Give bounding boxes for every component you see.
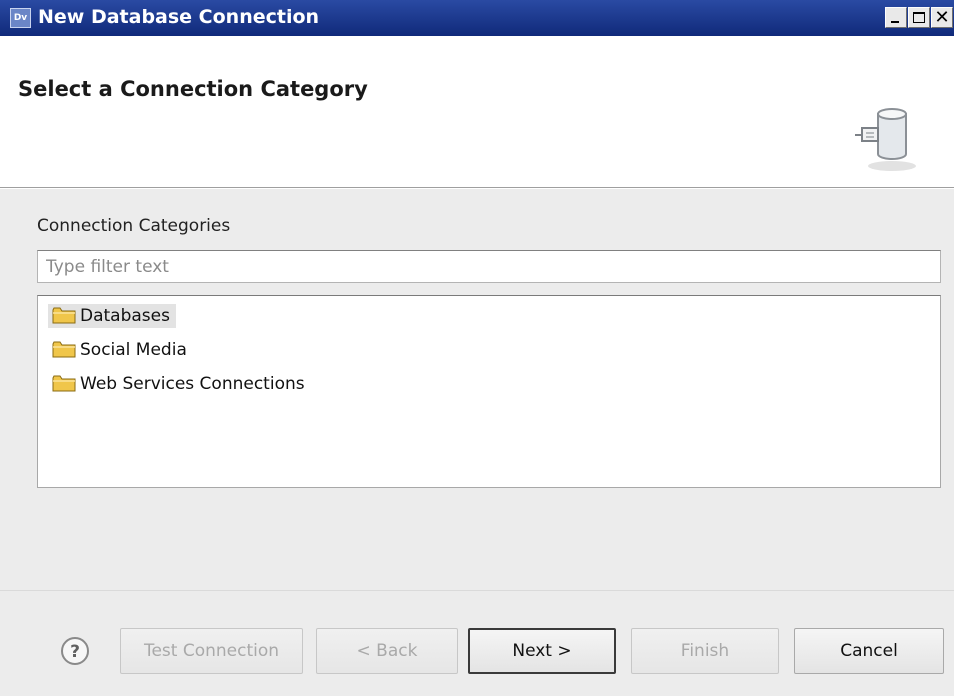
close-button[interactable]: ✕: [931, 7, 953, 28]
folder-icon: [52, 341, 76, 358]
cancel-button[interactable]: Cancel: [794, 628, 944, 674]
category-tree[interactable]: Databases Social Media Web Services Conn…: [37, 295, 941, 488]
tree-item-label: Web Services Connections: [80, 374, 305, 394]
wizard-header-banner: [0, 36, 954, 187]
svg-text:?: ?: [70, 642, 80, 662]
tree-item-label: Social Media: [80, 340, 187, 360]
tree-item-databases[interactable]: Databases: [48, 304, 176, 328]
window-title: New Database Connection: [38, 6, 320, 28]
folder-icon: [52, 307, 76, 324]
help-icon[interactable]: ?: [60, 636, 90, 666]
next-button[interactable]: Next >: [468, 628, 616, 674]
tree-item-web-services-connections[interactable]: Web Services Connections: [48, 372, 311, 396]
banner-separator-highlight: [0, 188, 954, 189]
app-icon: Dv: [10, 8, 31, 28]
tree-item-label: Databases: [80, 306, 170, 326]
new-database-connection-dialog: Dv New Database Connection ✕ Select a Co…: [0, 0, 954, 696]
test-connection-button[interactable]: Test Connection: [120, 628, 303, 674]
back-button[interactable]: < Back: [316, 628, 458, 674]
minimize-button[interactable]: [885, 7, 907, 28]
maximize-button[interactable]: [908, 7, 930, 28]
finish-button[interactable]: Finish: [631, 628, 779, 674]
tree-item-social-media[interactable]: Social Media: [48, 338, 193, 362]
page-title: Select a Connection Category: [18, 77, 368, 101]
title-bar[interactable]: Dv New Database Connection ✕: [0, 0, 954, 36]
folder-icon: [52, 375, 76, 392]
footer-separator: [0, 590, 954, 591]
filter-input[interactable]: [37, 250, 941, 283]
database-connection-icon: [855, 108, 916, 171]
connection-categories-label: Connection Categories: [37, 216, 231, 236]
